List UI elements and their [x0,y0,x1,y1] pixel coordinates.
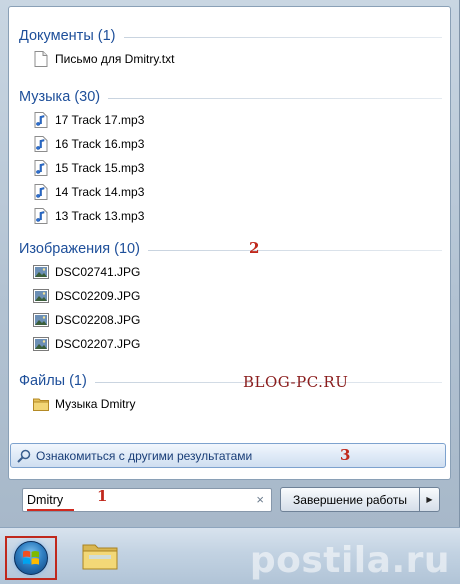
item-label: 13 Track 13.mp3 [55,209,145,223]
section-title[interactable]: Музыка (30) [19,89,108,105]
music-file-icon [33,184,49,200]
item-label: 14 Track 14.mp3 [55,185,145,199]
music-file-icon [33,136,49,152]
list-item[interactable]: Письмо для Dmitry.txt [19,47,442,71]
section-music: Музыка (30) 17 Track 17.mp3 16 Track 16.… [19,86,442,228]
annotation-number-3: 3 [340,446,351,464]
section-documents: Документы (1) Письмо для Dmitry.txt [19,25,442,71]
item-label: DSC02207.JPG [55,337,141,351]
start-menu: Документы (1) Письмо для Dmitry.txt Музы… [0,0,460,527]
item-label: DSC02741.JPG [55,265,141,279]
section-header-images[interactable]: Изображения (10) [19,238,442,260]
item-label: DSC02208.JPG [55,313,141,327]
list-item[interactable]: DSC02741.JPG [19,260,442,284]
list-item[interactable]: DSC02207.JPG [19,332,442,356]
section-header-music[interactable]: Музыка (30) [19,86,442,108]
chevron-right-icon: ▶ [426,495,433,504]
annotation-number-1: 1 [97,487,108,505]
item-label: Письмо для Dmitry.txt [55,52,175,66]
list-item[interactable]: Музыка Dmitry [19,392,442,416]
search-icon [17,449,31,463]
clear-search-icon[interactable]: × [256,492,264,507]
list-item[interactable]: 14 Track 14.mp3 [19,180,442,204]
item-label: DSC02209.JPG [55,289,141,303]
text-document-icon [33,51,49,67]
section-divider [123,36,442,38]
site-watermark: postila.ru [249,540,450,581]
windows-logo-icon [14,541,48,575]
list-item[interactable]: DSC02208.JPG [19,308,442,332]
list-item[interactable]: 17 Track 17.mp3 [19,108,442,132]
section-title[interactable]: Изображения (10) [19,241,148,257]
item-label: 17 Track 17.mp3 [55,113,145,127]
blog-watermark: BLOG-PC.RU [243,373,349,391]
search-input[interactable] [27,493,227,507]
folder-icon [81,541,119,576]
music-file-icon [33,208,49,224]
annotation-underline [27,509,74,511]
section-divider [108,97,442,99]
section-files: Файлы (1) Музыка Dmitry [19,370,442,416]
shutdown-label: Завершение работы [293,492,407,507]
list-item[interactable]: 16 Track 16.mp3 [19,132,442,156]
more-results-label: Ознакомиться с другими результатами [36,448,253,463]
more-results-button[interactable]: Ознакомиться с другими результатами [10,443,446,468]
search-results-panel: Документы (1) Письмо для Dmitry.txt Музы… [8,6,451,480]
start-button[interactable] [5,536,57,580]
music-file-icon [33,112,49,128]
section-header-files[interactable]: Файлы (1) [19,370,442,392]
shutdown-button[interactable]: Завершение работы [280,487,420,512]
item-label: 16 Track 16.mp3 [55,137,145,151]
item-label: 15 Track 15.mp3 [55,161,145,175]
section-title[interactable]: Файлы (1) [19,373,95,389]
explorer-taskbar-button[interactable] [78,538,122,578]
item-label: Музыка Dmitry [55,397,136,411]
list-item[interactable]: 15 Track 15.mp3 [19,156,442,180]
folder-icon [33,396,49,412]
list-item[interactable]: DSC02209.JPG [19,284,442,308]
section-header-documents[interactable]: Документы (1) [19,25,442,47]
image-file-icon [33,312,49,328]
music-file-icon [33,160,49,176]
image-file-icon [33,288,49,304]
image-file-icon [33,264,49,280]
section-title[interactable]: Документы (1) [19,28,124,44]
list-item[interactable]: 13 Track 13.mp3 [19,204,442,228]
section-divider [147,249,442,251]
annotation-number-2: 2 [249,239,260,257]
image-file-icon [33,336,49,352]
section-images: Изображения (10) DSC02741.JPG DSC02209.J… [19,238,442,356]
shutdown-options-button[interactable]: ▶ [419,487,440,512]
